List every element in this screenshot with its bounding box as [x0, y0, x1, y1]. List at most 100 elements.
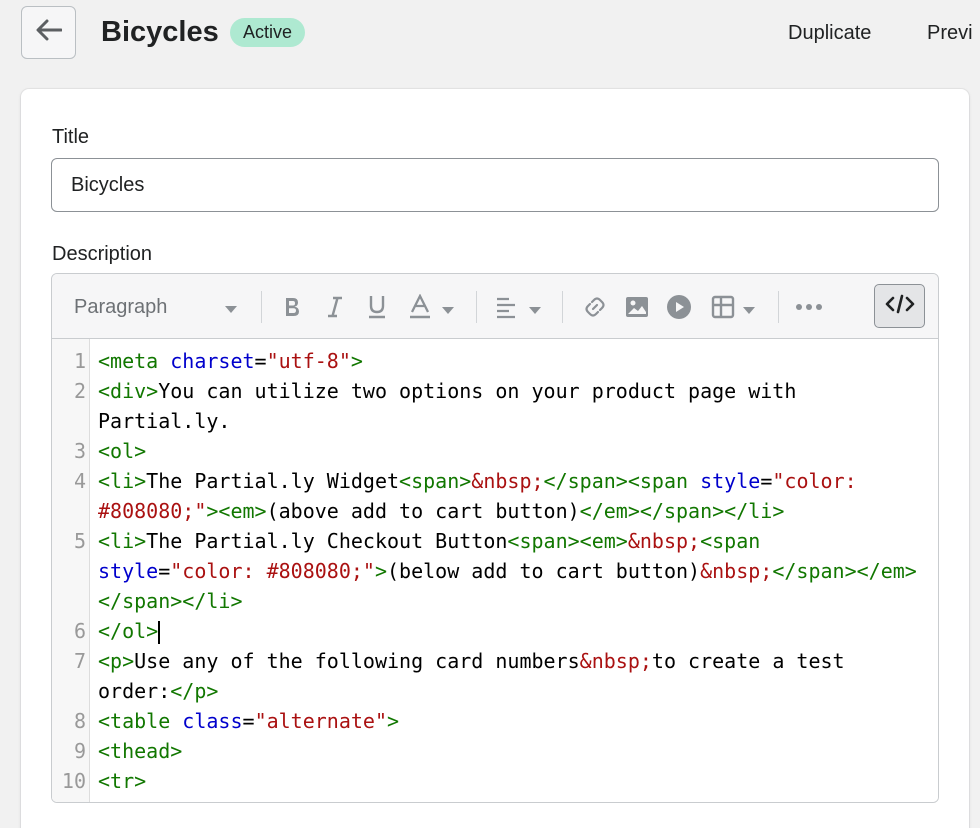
- code-token-tag: <span: [700, 529, 773, 553]
- link-icon[interactable]: [582, 294, 608, 320]
- code-token-tag: <thead>: [98, 739, 183, 763]
- code-token-tag: >: [387, 709, 400, 733]
- code-editor[interactable]: 1 <meta charset="utf-8"> 2 <div>You can uti…: [52, 339, 938, 802]
- code-token-str: "alternate": [254, 709, 388, 733]
- code-token-txt: The Partial.ly Checkout Button: [146, 529, 508, 553]
- code-line: 8 <table class="alternate">: [52, 706, 938, 736]
- product-details-card: Title Bicycles Description Paragraph 1 <…: [21, 89, 969, 828]
- duplicate-button[interactable]: Duplicate: [788, 20, 871, 46]
- video-icon[interactable]: [666, 294, 692, 320]
- status-badge: Active: [230, 18, 306, 47]
- chevron-down-icon: [224, 301, 238, 319]
- text-cursor: [158, 621, 160, 644]
- table-icon[interactable]: [710, 294, 736, 320]
- line-number: 6: [73, 619, 86, 643]
- code-token-ent: &nbsp;: [579, 649, 652, 673]
- code-line-text: <meta charset="utf-8">: [98, 346, 928, 376]
- code-token-tag: <tr>: [98, 769, 147, 793]
- italic-icon[interactable]: [324, 294, 346, 320]
- code-token-ent: &nbsp;: [627, 529, 701, 553]
- code-token-txt: =: [760, 469, 773, 493]
- code-token-ent: &nbsp;: [700, 559, 773, 583]
- page-header: Bicycles Active Duplicate Previ: [0, 0, 980, 80]
- line-number: 9: [73, 739, 86, 763]
- toolbar-divider: [261, 291, 262, 323]
- description-editor: Paragraph 1 <meta charset="utf-8"> 2 <di…: [51, 273, 939, 803]
- code-token-txt: (above add to cart button): [266, 499, 580, 523]
- code-token-tag: </p>: [170, 679, 219, 703]
- code-view-button[interactable]: [874, 284, 925, 328]
- code-line-text: <li>The Partial.ly Checkout Button<span>…: [98, 526, 928, 616]
- description-label: Description: [52, 243, 153, 265]
- line-number: 2: [73, 379, 86, 403]
- code-line: 1 <meta charset="utf-8">: [52, 346, 938, 376]
- code-line: 4 <li>The Partial.ly Widget<span>&nbsp;</…: [52, 466, 938, 526]
- code-line-text: <thead>: [98, 736, 928, 766]
- arrow-left-icon: [36, 19, 62, 46]
- code-token-txt: =: [254, 349, 267, 373]
- chevron-down-icon: [742, 302, 756, 320]
- code-line: 6 </ol>: [52, 616, 938, 646]
- code-token-str: "utf-8": [266, 349, 351, 373]
- code-token-txt: Use any of the following card numbers: [134, 649, 580, 673]
- code-line-text: <p>Use any of the following card numbers…: [98, 646, 928, 706]
- code-line: 10 <tr>: [52, 766, 938, 796]
- preview-button[interactable]: Previ: [927, 20, 973, 46]
- bold-icon[interactable]: [280, 294, 304, 320]
- toolbar-divider: [562, 291, 563, 323]
- chevron-down-icon: [528, 302, 542, 320]
- code-token-ent: &nbsp;: [471, 469, 544, 493]
- toolbar-divider: [476, 291, 477, 323]
- code-token-tag: </ol>: [98, 619, 159, 643]
- line-number: 7: [73, 649, 86, 673]
- paragraph-select[interactable]: Paragraph: [74, 293, 244, 321]
- code-line: 3 <ol>: [52, 436, 938, 466]
- code-token-str: "color: #808080;": [170, 559, 375, 583]
- code-token-tag: <table: [98, 709, 183, 733]
- title-input[interactable]: Bicycles: [51, 158, 939, 212]
- code-token-tag: <meta: [98, 349, 171, 373]
- code-token-tag: </em></span></li>: [579, 499, 785, 523]
- line-number: 1: [73, 349, 86, 373]
- code-line: 5 <li>The Partial.ly Checkout Button<span…: [52, 526, 938, 616]
- code-token-tag: </span><span: [543, 469, 701, 493]
- image-icon[interactable]: [624, 294, 650, 320]
- code-token-attr: style: [700, 469, 761, 493]
- code-token-attr: charset: [170, 349, 255, 373]
- code-lines: 1 <meta charset="utf-8"> 2 <div>You can uti…: [52, 346, 938, 796]
- line-number: 4: [73, 469, 86, 493]
- code-token-attr: style: [98, 559, 159, 583]
- title-label: Title: [52, 126, 90, 148]
- underline-icon[interactable]: [366, 293, 388, 321]
- code-token-tag: <li>: [98, 469, 147, 493]
- line-number: 8: [73, 709, 86, 733]
- code-token-tag: ><em>: [206, 499, 267, 523]
- editor-toolbar: Paragraph: [52, 274, 938, 339]
- code-token-attr: class: [182, 709, 243, 733]
- back-button[interactable]: [21, 6, 76, 59]
- code-line-text: <div>You can utilize two options on your…: [98, 376, 928, 436]
- code-token-tag: <span>: [399, 469, 472, 493]
- more-icon[interactable]: [794, 294, 824, 320]
- code-token-txt: (below add to cart button): [387, 559, 701, 583]
- align-icon[interactable]: [494, 294, 518, 320]
- code-line-text: </ol>: [98, 616, 928, 646]
- line-number: 5: [73, 529, 86, 553]
- code-line: 9 <thead>: [52, 736, 938, 766]
- text-color-icon[interactable]: [408, 293, 432, 321]
- code-token-tag: <ol>: [98, 439, 147, 463]
- code-token-txt: The Partial.ly Widget: [146, 469, 400, 493]
- code-token-txt: You can utilize two options on your prod…: [98, 379, 809, 433]
- code-token-tag: <li>: [98, 529, 147, 553]
- code-line-text: <li>The Partial.ly Widget<span>&nbsp;</s…: [98, 466, 928, 526]
- chevron-down-icon: [441, 302, 455, 320]
- code-token-tag: <div>: [98, 379, 159, 403]
- code-line: 7 <p>Use any of the following card number…: [52, 646, 938, 706]
- line-number: 10: [61, 769, 86, 793]
- code-token-tag: <p>: [98, 649, 135, 673]
- code-token-tag: <span><em>: [507, 529, 628, 553]
- code-view-icon: [885, 294, 915, 319]
- code-token-txt: =: [242, 709, 255, 733]
- code-token-tag: >: [350, 349, 363, 373]
- code-token-tag: >: [374, 559, 388, 583]
